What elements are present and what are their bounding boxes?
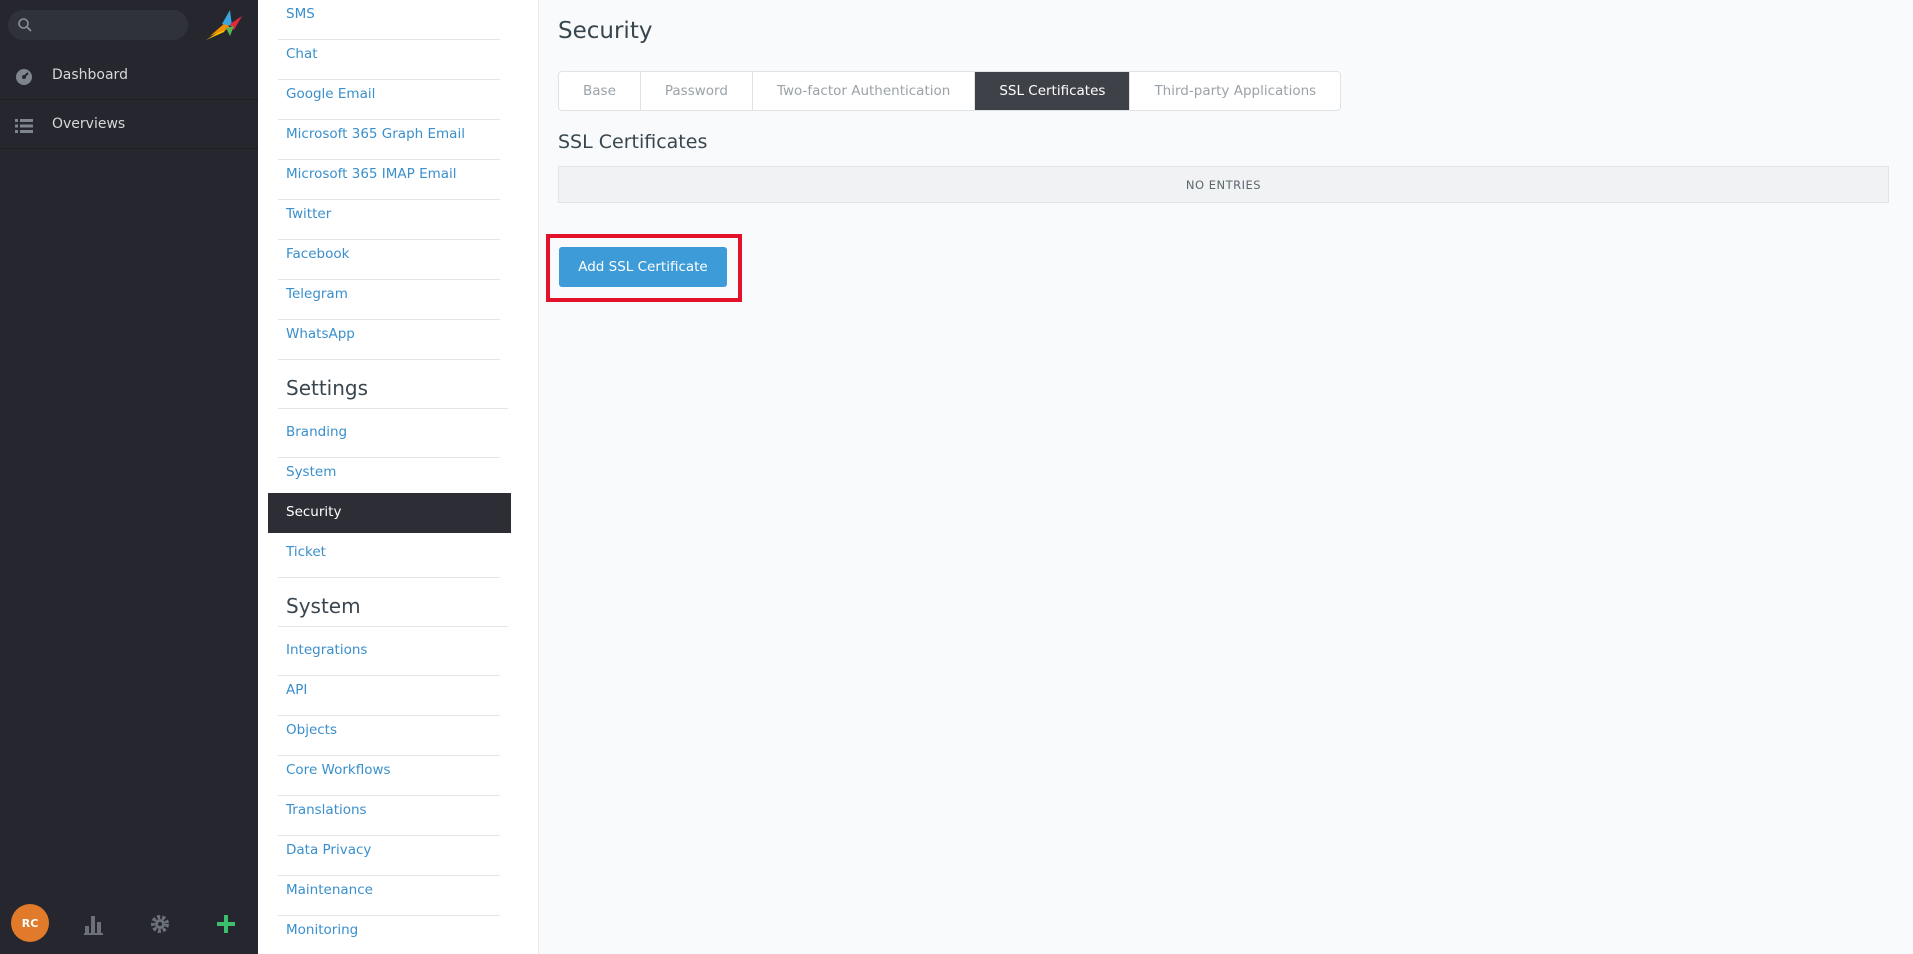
menu-item-twitter[interactable]: Twitter — [278, 200, 500, 240]
menu-item-sms[interactable]: SMS — [278, 0, 500, 40]
security-tabs: Base Password Two-factor Authentication … — [558, 71, 1342, 111]
section-title: SSL Certificates — [558, 131, 708, 153]
avatar[interactable]: RC — [11, 904, 49, 942]
menu-section-system: System — [278, 594, 508, 627]
nav-item-dashboard[interactable]: Dashboard — [0, 53, 258, 100]
tab-ssl-certificates[interactable]: SSL Certificates — [975, 72, 1131, 110]
plus-icon[interactable] — [214, 912, 238, 936]
menu-item-monitoring[interactable]: Monitoring — [278, 916, 500, 954]
ssl-certificates-table: NO ENTRIES — [558, 166, 1889, 203]
menu-item-google-email[interactable]: Google Email — [278, 80, 500, 120]
tab-password[interactable]: Password — [641, 72, 753, 110]
menu-item-chat[interactable]: Chat — [278, 40, 500, 80]
gear-icon[interactable] — [148, 912, 172, 936]
menu-item-data-privacy[interactable]: Data Privacy — [278, 836, 500, 876]
tab-two-factor-authentication[interactable]: Two-factor Authentication — [753, 72, 976, 110]
content-area: Security Base Password Two-factor Authen… — [539, 0, 1913, 954]
nav-item-label: Overviews — [52, 116, 126, 132]
tab-base[interactable]: Base — [559, 72, 641, 110]
add-ssl-certificate-button[interactable]: Add SSL Certificate — [559, 247, 727, 287]
search-box[interactable] — [8, 10, 188, 40]
menu-item-objects[interactable]: Objects — [278, 716, 500, 756]
menu-item-telegram[interactable]: Telegram — [278, 280, 500, 320]
menu-item-integrations[interactable]: Integrations — [278, 636, 500, 676]
menu-item-system[interactable]: System — [278, 458, 500, 498]
admin-menu: SMS Chat Google Email Microsoft 365 Grap… — [258, 0, 539, 954]
dashboard-icon — [16, 69, 32, 85]
list-icon — [15, 119, 33, 133]
menu-item-whatsapp[interactable]: WhatsApp — [278, 320, 500, 360]
menu-item-core-workflows[interactable]: Core Workflows — [278, 756, 500, 796]
menu-item-api[interactable]: API — [278, 676, 500, 716]
menu-item-microsoft-365-graph-email[interactable]: Microsoft 365 Graph Email — [278, 120, 500, 160]
nav-item-overviews[interactable]: Overviews — [0, 102, 258, 148]
page-title: Security — [558, 18, 653, 44]
menu-item-translations[interactable]: Translations — [278, 796, 500, 836]
menu-item-microsoft-365-imap-email[interactable]: Microsoft 365 IMAP Email — [278, 160, 500, 200]
search-icon — [18, 18, 32, 32]
menu-item-ticket[interactable]: Ticket — [278, 538, 500, 578]
main-navigation: Dashboard Overviews RC — [0, 0, 258, 954]
reporting-icon[interactable] — [82, 912, 106, 936]
menu-item-facebook[interactable]: Facebook — [278, 240, 500, 280]
nav-divider — [0, 148, 258, 149]
zammad-logo-icon[interactable] — [200, 6, 246, 46]
search-input[interactable] — [38, 16, 182, 36]
menu-section-settings: Settings — [278, 376, 508, 409]
menu-item-maintenance[interactable]: Maintenance — [278, 876, 500, 916]
menu-item-branding[interactable]: Branding — [278, 418, 500, 458]
nav-item-label: Dashboard — [52, 67, 128, 83]
menu-item-security[interactable]: Security — [268, 493, 511, 533]
tab-third-party-applications[interactable]: Third-party Applications — [1130, 72, 1340, 110]
